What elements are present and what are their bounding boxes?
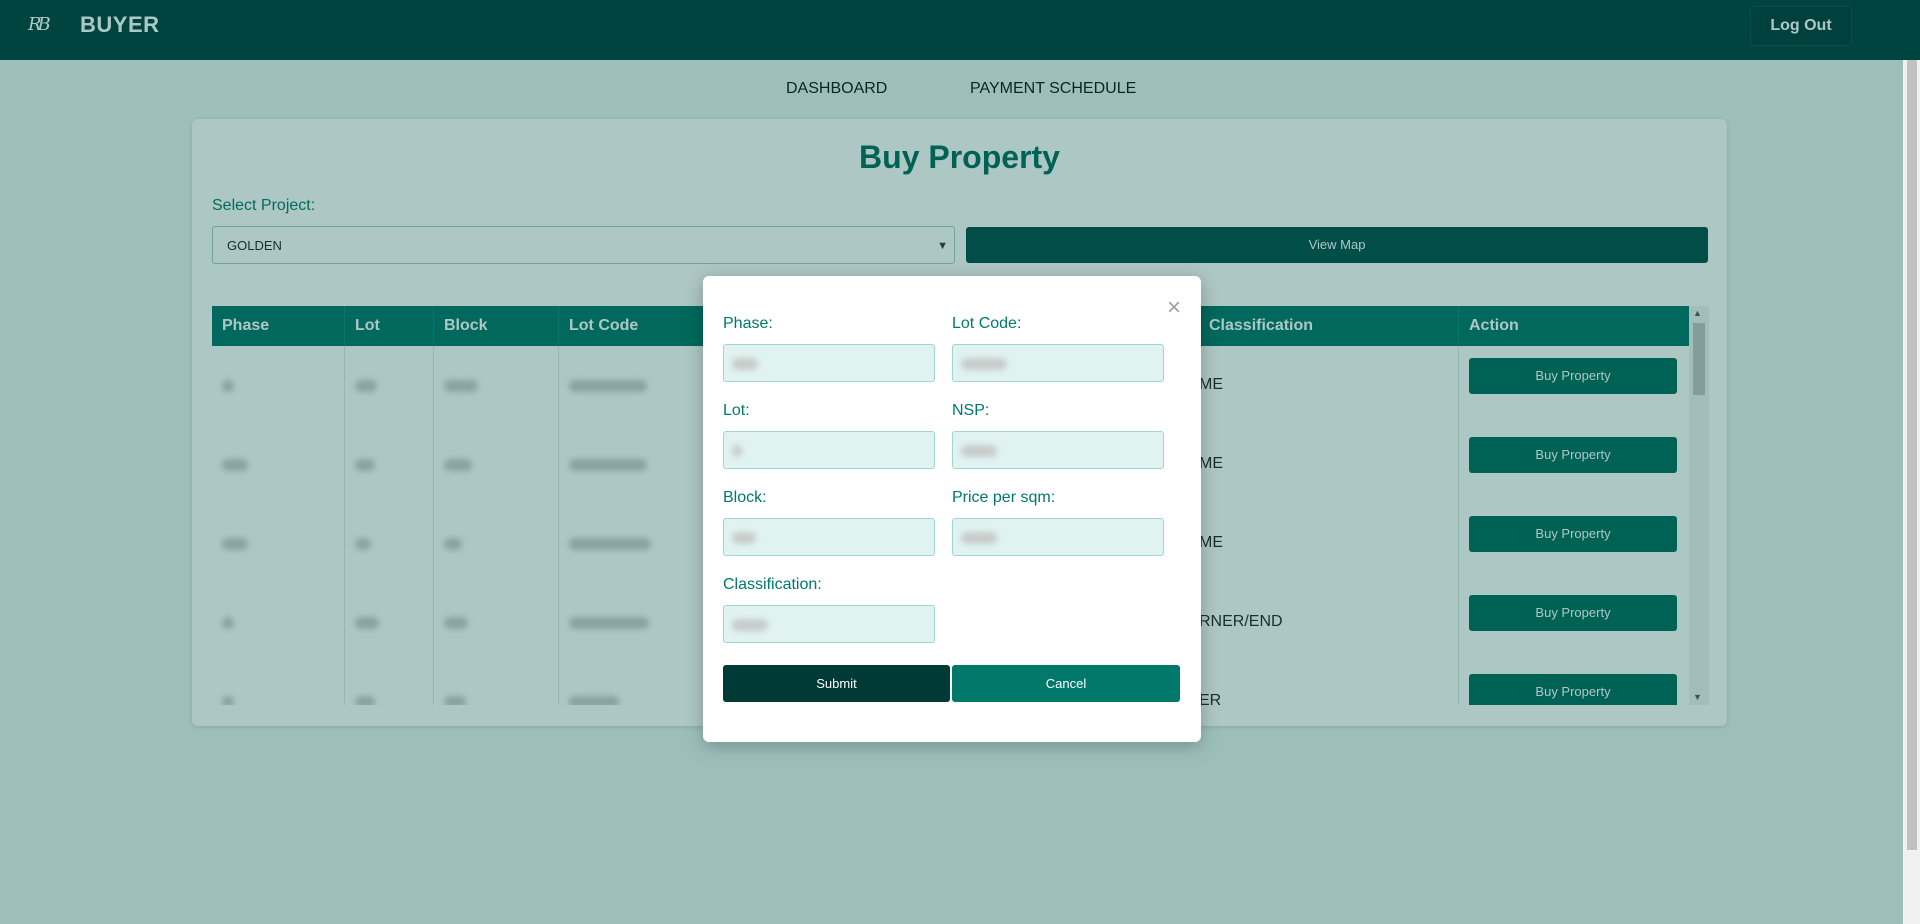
- lot-code-field[interactable]: [952, 344, 1164, 382]
- block-field[interactable]: [723, 518, 935, 556]
- cancel-button[interactable]: Cancel: [952, 665, 1180, 702]
- lot-field[interactable]: [723, 431, 935, 469]
- lot-code-label: Lot Code:: [952, 315, 1022, 332]
- close-icon[interactable]: ×: [1167, 296, 1181, 320]
- page-scroll-thumb[interactable]: [1907, 60, 1917, 850]
- buy-property-modal: × Phase: Lot Code: Lot: NSP: Block: Pric…: [703, 276, 1201, 742]
- classification-field[interactable]: [723, 605, 935, 643]
- classification-label: Classification:: [723, 576, 822, 593]
- lot-label: Lot:: [723, 402, 750, 419]
- page-scrollbar[interactable]: [1903, 60, 1920, 924]
- phase-field[interactable]: [723, 344, 935, 382]
- price-per-sqm-field[interactable]: [952, 518, 1164, 556]
- nsp-field[interactable]: [952, 431, 1164, 469]
- price-per-sqm-label: Price per sqm:: [952, 489, 1056, 506]
- submit-button[interactable]: Submit: [723, 665, 950, 702]
- phase-label: Phase:: [723, 315, 773, 332]
- block-label: Block:: [723, 489, 767, 506]
- nsp-label: NSP:: [952, 402, 990, 419]
